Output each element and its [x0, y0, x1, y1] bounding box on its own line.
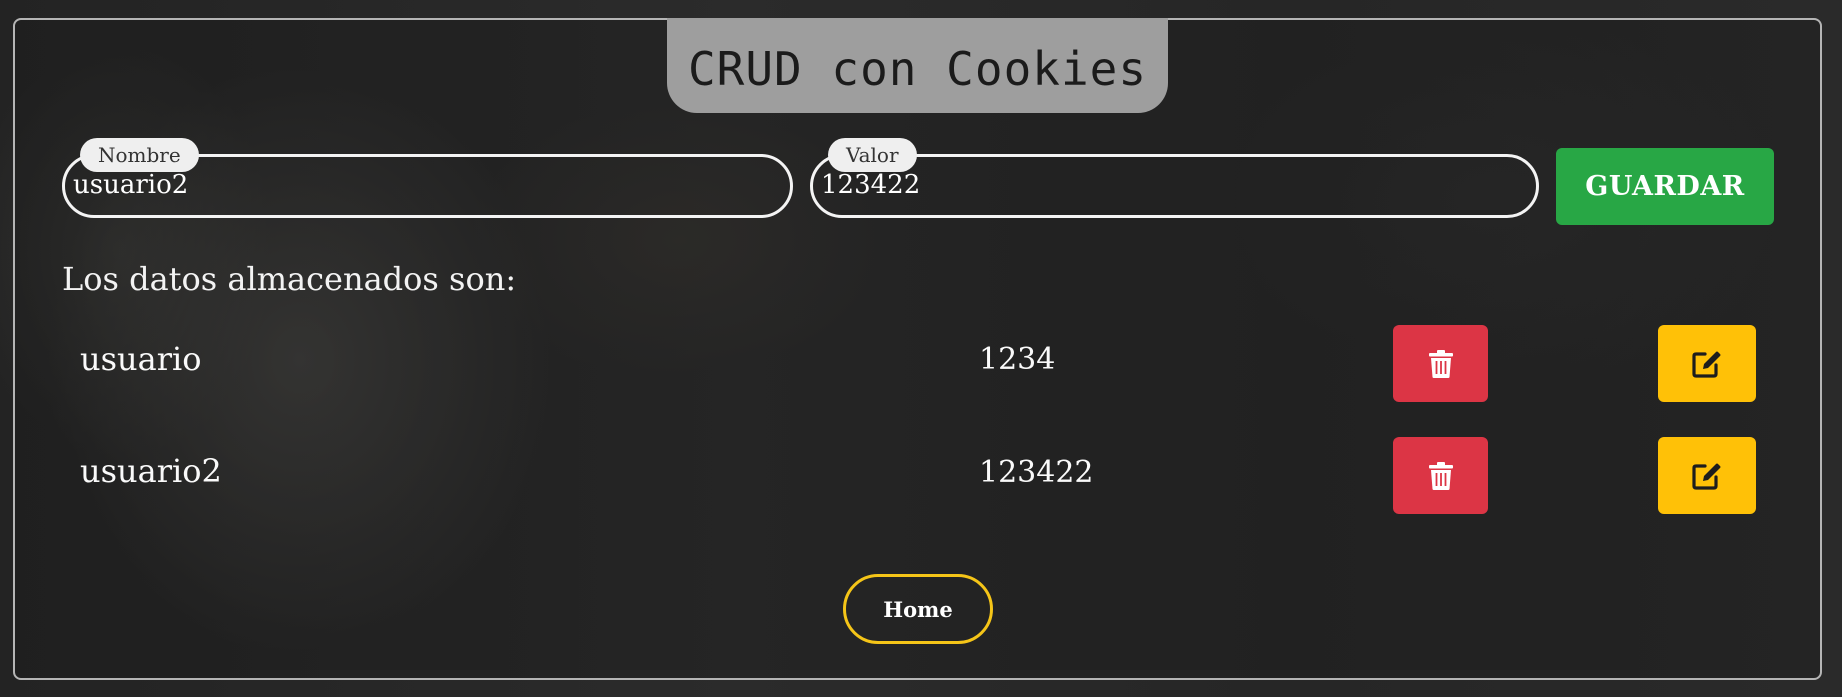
page-title: CRUD con Cookies: [687, 41, 1148, 96]
valor-input[interactable]: [821, 165, 1514, 205]
row-name: usuario: [80, 340, 202, 378]
save-button[interactable]: GUARDAR: [1556, 148, 1774, 225]
list-heading: Los datos almacenados son:: [62, 260, 517, 298]
delete-button[interactable]: [1393, 437, 1488, 514]
nombre-input[interactable]: [73, 165, 768, 205]
home-button[interactable]: Home: [843, 574, 993, 644]
valor-field: Valor: [810, 138, 1539, 218]
edit-icon: [1692, 351, 1721, 378]
trash-icon: [1428, 349, 1453, 378]
trash-icon: [1428, 461, 1453, 490]
nombre-field: Nombre: [62, 138, 793, 218]
delete-button[interactable]: [1393, 325, 1488, 402]
edit-icon: [1692, 463, 1721, 490]
edit-button[interactable]: [1658, 325, 1756, 402]
edit-button[interactable]: [1658, 437, 1756, 514]
row-value: 1234: [979, 342, 1056, 377]
row-name: usuario2: [80, 452, 222, 490]
row-value: 123422: [979, 455, 1094, 490]
title-tab: CRUD con Cookies: [667, 18, 1168, 113]
